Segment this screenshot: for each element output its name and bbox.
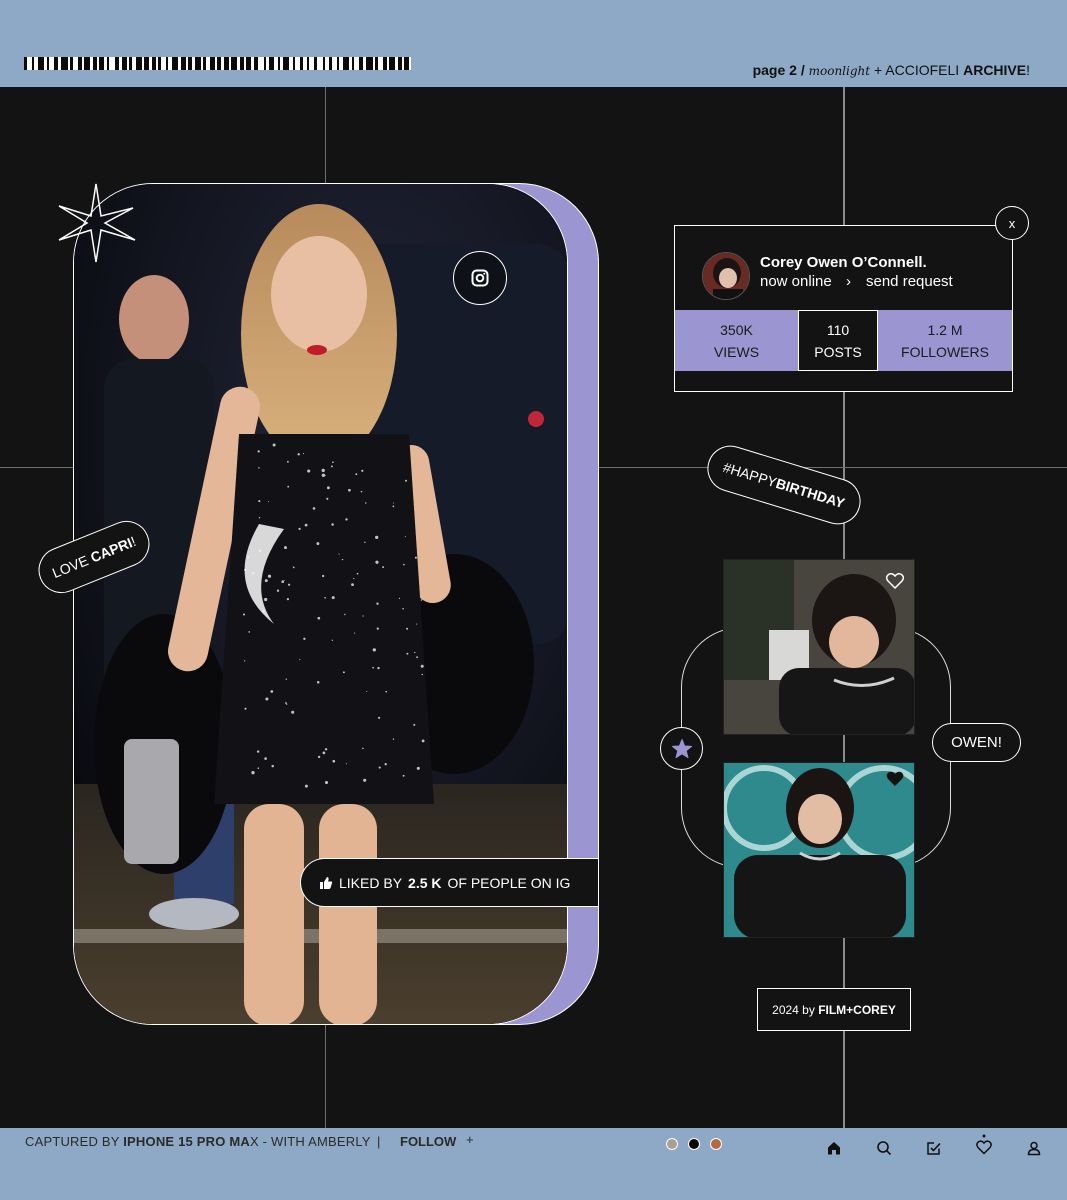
user-icon[interactable] xyxy=(1026,1140,1042,1156)
color-swatch-1[interactable] xyxy=(666,1138,678,1150)
heart-notification-icon[interactable] xyxy=(976,1134,992,1156)
send-request-link[interactable]: send request xyxy=(866,273,953,290)
close-icon: x xyxy=(1008,215,1016,231)
gallery-photo-2[interactable] xyxy=(723,762,915,938)
edit-check-icon[interactable] xyxy=(926,1140,942,1156)
eight-point-star-icon xyxy=(58,183,136,263)
follow-link[interactable]: FOLLOW xyxy=(400,1134,456,1149)
instagram-button[interactable] xyxy=(453,251,507,305)
heart-icon[interactable] xyxy=(886,573,904,589)
heart-filled-icon[interactable] xyxy=(886,771,904,787)
credit-badge: 2024 by FILM+COREY xyxy=(757,988,911,1031)
thumbs-up-icon xyxy=(320,876,333,889)
footer-separator: | xyxy=(377,1134,381,1149)
close-button[interactable]: x xyxy=(995,206,1029,240)
stat-views: 350K VIEWS xyxy=(675,310,798,371)
search-icon[interactable] xyxy=(876,1140,892,1156)
avatar[interactable] xyxy=(702,252,750,300)
color-swatch-2[interactable] xyxy=(688,1138,700,1150)
barcode-strip xyxy=(24,57,411,70)
liked-by-banner: LIKED BY 2.5 K OF PEOPLE ON IG xyxy=(300,858,598,907)
chevron-right-icon: › xyxy=(846,273,851,290)
instagram-icon xyxy=(471,269,489,287)
profile-name: Corey Owen O’Connell. xyxy=(760,254,927,271)
follow-plus[interactable]: + xyxy=(466,1132,474,1147)
home-icon[interactable] xyxy=(826,1140,842,1156)
online-status: now online xyxy=(760,273,832,290)
header-bar: page 2 / moonlight + ACCIOFELI ARCHIVE! xyxy=(0,0,1067,87)
owen-label: OWEN! xyxy=(932,723,1021,762)
stat-posts: 110 POSTS xyxy=(798,310,878,371)
hashtag-sticker: #HAPPY BIRTHDAY xyxy=(701,439,867,531)
color-swatch-3[interactable] xyxy=(710,1138,722,1150)
stat-followers: 1.2 M FOLLOWERS xyxy=(878,310,1012,371)
star-icon xyxy=(671,738,692,758)
header-title: page 2 / moonlight + ACCIOFELI ARCHIVE! xyxy=(752,62,1030,78)
favorite-button[interactable] xyxy=(660,727,703,770)
captured-caption: CAPTURED BY IPHONE 15 PRO MAX - WITH AMB… xyxy=(25,1134,371,1149)
